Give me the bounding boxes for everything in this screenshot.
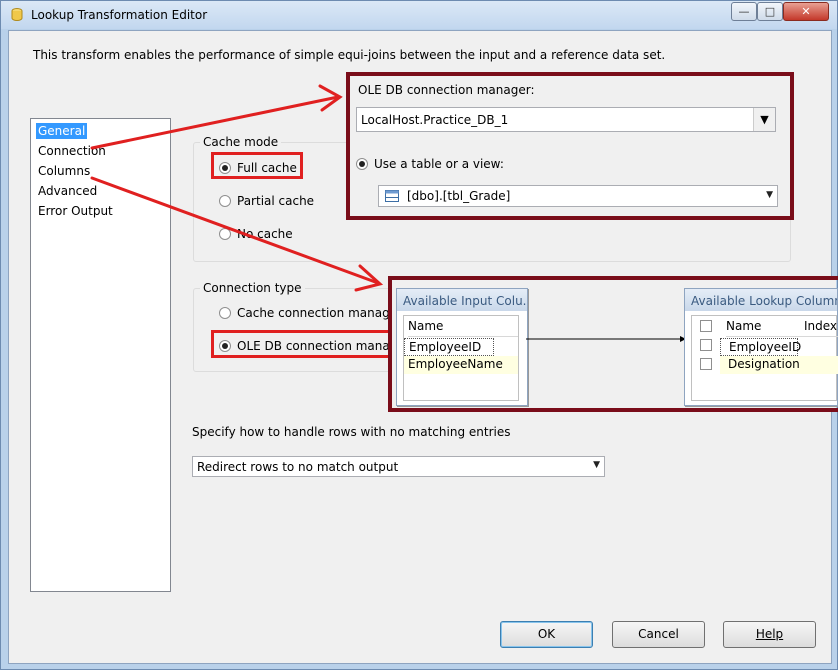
connection-type-title: Connection type <box>200 281 305 295</box>
minimize-icon: — <box>738 5 750 18</box>
partial-cache-label: Partial cache <box>237 194 315 208</box>
ole-db-option-highlight <box>211 330 401 358</box>
full-cache-highlight <box>211 152 303 179</box>
help-button-label: Help <box>755 627 784 641</box>
nav-item-columns[interactable]: Columns <box>36 163 92 179</box>
lookup-transform-icon <box>11 8 23 21</box>
partial-cache-radio[interactable]: Partial cache <box>219 194 314 208</box>
no-match-value: Redirect rows to no match output <box>197 460 399 474</box>
columns-annotation-frame <box>388 276 838 412</box>
cancel-button[interactable]: Cancel <box>612 621 705 648</box>
radio-indicator <box>219 228 231 240</box>
nav-item-error-output[interactable]: Error Output <box>36 203 115 219</box>
ole-db-annotation-frame <box>346 72 794 220</box>
close-button[interactable]: ✕ <box>783 2 829 21</box>
title-bar[interactable]: Lookup Transformation Editor — □ ✕ <box>1 1 837 29</box>
ok-button[interactable]: OK <box>500 621 593 648</box>
description-text: This transform enables the performance o… <box>33 48 666 62</box>
cache-connection-manager-radio[interactable]: Cache connection manager <box>219 306 402 320</box>
no-match-label: Specify how to handle rows with no match… <box>192 425 511 439</box>
page-navigation-list: General Connection Columns Advanced Erro… <box>30 118 171 592</box>
nav-item-advanced[interactable]: Advanced <box>36 183 99 199</box>
no-match-dropdown[interactable]: Redirect rows to no match output ▼ <box>192 456 605 477</box>
chevron-down-icon: ▼ <box>593 460 600 470</box>
radio-indicator <box>219 195 231 207</box>
no-cache-label: No cache <box>237 227 293 241</box>
nav-item-general[interactable]: General <box>36 123 88 139</box>
cache-connection-manager-label: Cache connection manager <box>237 306 402 320</box>
no-cache-radio[interactable]: No cache <box>219 227 293 241</box>
cache-mode-title: Cache mode <box>200 135 282 149</box>
close-icon: ✕ <box>801 5 811 18</box>
minimize-button[interactable]: — <box>731 2 757 21</box>
nav-item-connection[interactable]: Connection <box>36 143 108 159</box>
maximize-icon: □ <box>764 5 776 18</box>
radio-indicator <box>219 307 231 319</box>
maximize-button[interactable]: □ <box>757 2 783 21</box>
help-button[interactable]: Help <box>723 621 816 648</box>
window-title: Lookup Transformation Editor <box>31 8 208 22</box>
